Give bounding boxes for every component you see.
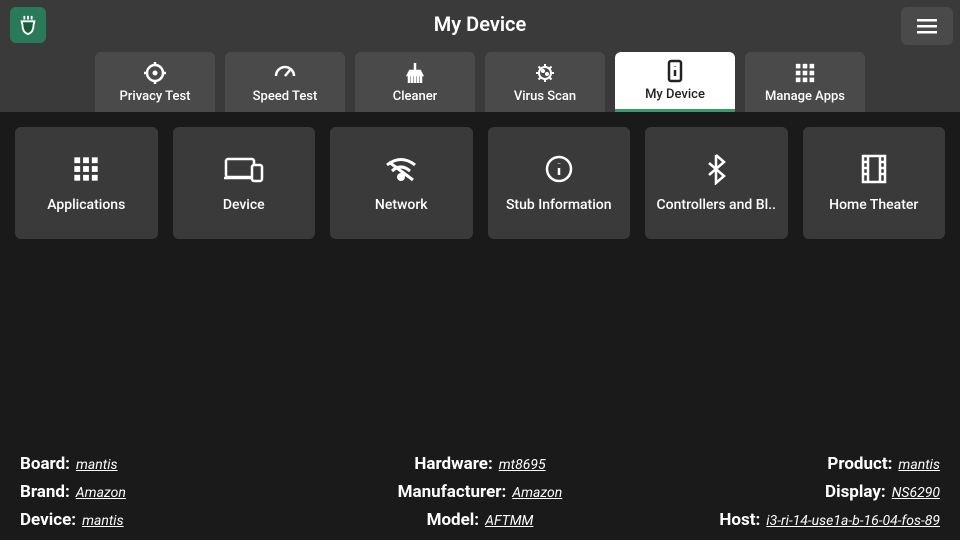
card-grid: Applications Device Network Stub Informa… <box>15 127 945 239</box>
virus-icon <box>533 61 557 85</box>
info-hardware: Hardware: mt8695 <box>414 454 545 474</box>
card-label: Stub Information <box>506 197 612 213</box>
bluetooth-icon <box>706 153 726 185</box>
info-host: Host: i3-ri-14-use1a-b-16-04-fos-89 <box>719 510 940 530</box>
info-value: Amazon <box>512 485 562 501</box>
tab-label: Speed Test <box>253 89 318 104</box>
tab-manage-apps[interactable]: Manage Apps <box>745 52 865 112</box>
card-label: Controllers and Bl.. <box>657 197 776 213</box>
info-model: Model: AFTMM <box>427 510 534 530</box>
broom-icon <box>403 61 427 85</box>
device-info-grid: Board: mantis Hardware: mt8695 Product: man… <box>0 454 960 530</box>
devices-icon <box>224 153 264 185</box>
info-brand: Brand: Amazon <box>20 482 126 502</box>
info-value: mt8695 <box>499 457 546 473</box>
info-key: Model: <box>427 510 480 530</box>
tab-cleaner[interactable]: Cleaner <box>355 52 475 112</box>
app-logo <box>10 7 46 43</box>
info-key: Manufacturer: <box>398 482 507 502</box>
info-key: Hardware: <box>414 454 492 474</box>
card-device[interactable]: Device <box>173 127 316 239</box>
card-home-theater[interactable]: Home Theater <box>803 127 946 239</box>
gauge-icon <box>273 61 297 85</box>
tab-label: My Device <box>645 87 705 102</box>
info-product: Product: mantis <box>827 454 940 474</box>
film-icon <box>861 153 887 185</box>
info-value: mantis <box>76 457 118 473</box>
card-network[interactable]: Network <box>330 127 473 239</box>
card-applications[interactable]: Applications <box>15 127 158 239</box>
tab-virus-scan[interactable]: Virus Scan <box>485 52 605 112</box>
info-key: Board: <box>20 454 70 474</box>
card-label: Applications <box>47 197 125 213</box>
page-title: My Device <box>434 12 526 36</box>
card-label: Device <box>223 197 265 213</box>
crosshair-icon <box>143 61 167 85</box>
card-controllers[interactable]: Controllers and Bl.. <box>645 127 788 239</box>
info-display: Display: NS6290 <box>825 482 940 502</box>
tab-my-device[interactable]: My Device <box>615 52 735 112</box>
card-label: Home Theater <box>829 197 918 213</box>
card-label: Network <box>375 197 428 213</box>
tab-label: Virus Scan <box>514 89 576 104</box>
tab-label: Manage Apps <box>765 89 845 104</box>
tab-label: Privacy Test <box>120 89 191 104</box>
info-value: Amazon <box>76 485 126 501</box>
info-key: Display: <box>825 482 886 502</box>
hamburger-icon <box>917 17 937 35</box>
wifi-icon <box>385 153 417 185</box>
menu-button[interactable] <box>901 7 953 45</box>
info-key: Host: <box>719 510 760 530</box>
info-key: Product: <box>827 454 892 474</box>
info-manufacturer: Manufacturer: Amazon <box>398 482 563 502</box>
phone-info-icon <box>665 59 685 83</box>
info-value: mantis <box>898 457 940 473</box>
info-value: mantis <box>82 513 124 529</box>
tab-bar: Privacy Test Speed Test Cleaner Virus Sc… <box>95 52 865 112</box>
info-device: Device: mantis <box>20 510 124 530</box>
info-icon <box>544 153 574 185</box>
info-board: Board: mantis <box>20 454 118 474</box>
grid-icon <box>72 153 100 185</box>
tab-privacy-test[interactable]: Privacy Test <box>95 52 215 112</box>
tab-speed-test[interactable]: Speed Test <box>225 52 345 112</box>
info-value: i3-ri-14-use1a-b-16-04-fos-89 <box>766 513 940 529</box>
card-stub-info[interactable]: Stub Information <box>488 127 631 239</box>
info-value: NS6290 <box>892 485 940 501</box>
info-value: AFTMM <box>485 513 533 529</box>
info-key: Brand: <box>20 482 70 502</box>
tab-label: Cleaner <box>393 89 438 104</box>
info-key: Device: <box>20 510 76 530</box>
grid-icon <box>794 61 816 85</box>
